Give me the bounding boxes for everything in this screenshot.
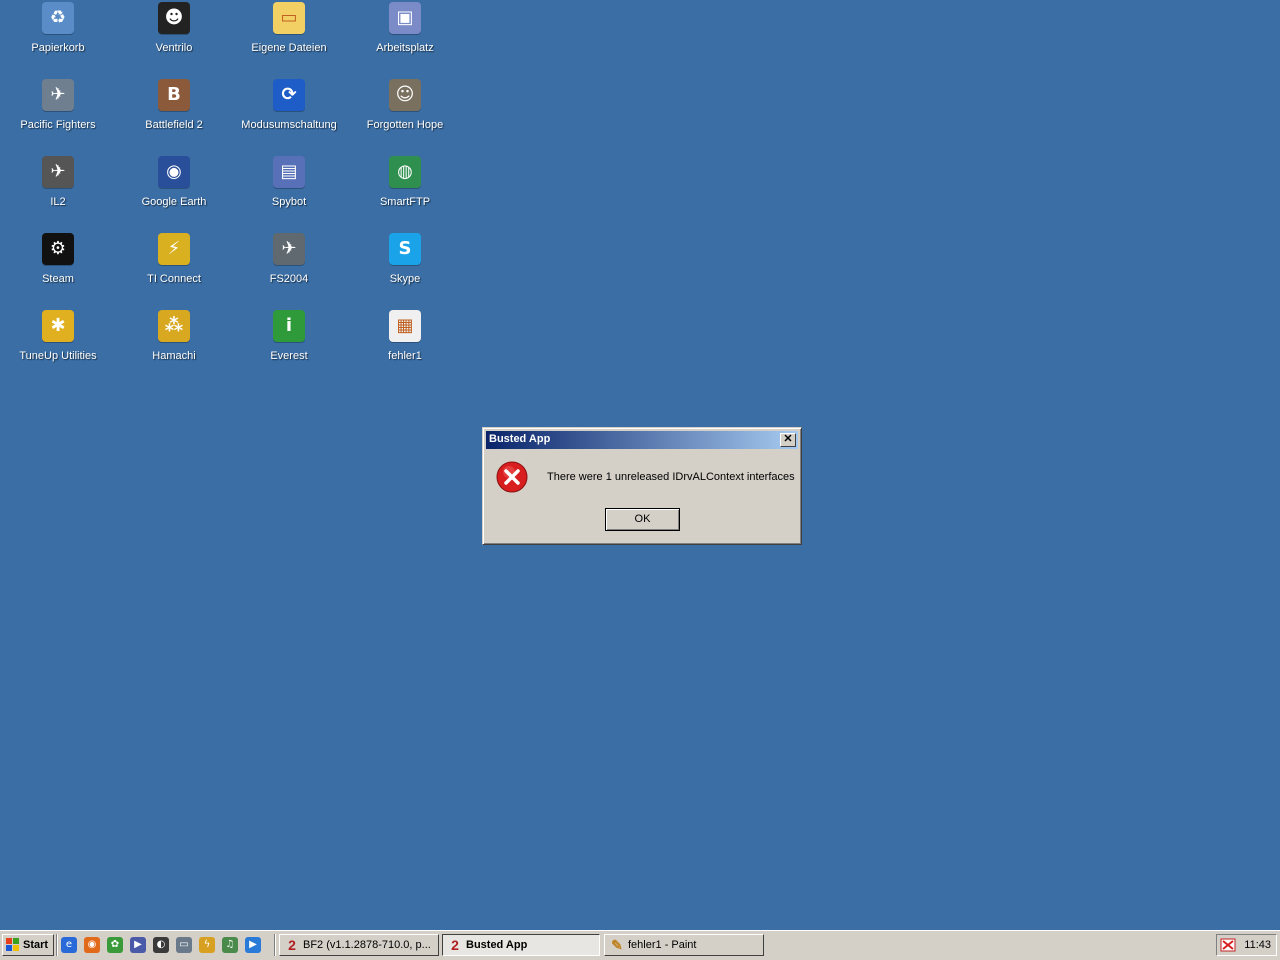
bf2-task-icon: 2: [288, 937, 296, 953]
desktop-icon-label: Papierkorb: [31, 42, 85, 54]
desktop-icon-label: Hamachi: [152, 350, 196, 362]
player-icon[interactable]: ▶: [245, 937, 261, 953]
windows-logo-icon: [6, 938, 19, 951]
desktop-icon-label: TuneUp Utilities: [19, 350, 97, 362]
taskbar-button-1[interactable]: 2 BF2 (v1.1.2878-710.0, p...: [279, 934, 439, 956]
recycle-bin-icon: ♻: [42, 2, 74, 34]
desktop-icon-skype[interactable]: S Skype: [349, 233, 461, 305]
paint-icon: ✎: [611, 937, 623, 953]
desktop-icon-everest[interactable]: i Everest: [233, 310, 345, 382]
clock[interactable]: 11:43: [1244, 939, 1271, 951]
firefox-icon[interactable]: ◉: [84, 937, 100, 953]
desktop-icon-tuneup-utilities[interactable]: ✱ TuneUp Utilities: [2, 310, 114, 382]
start-button[interactable]: Start: [2, 934, 54, 956]
taskbar: Start e ◉ ✿ ▶ ◐ ▭ ϟ ♫ ▶ 2 BF2 (v1.1.2878-710.0, p…: [0, 930, 1280, 960]
tray-alert-icon[interactable]: [1220, 937, 1236, 953]
soldier-icon: ☺: [389, 79, 421, 111]
desktop-icon-label: Eigene Dateien: [251, 42, 327, 54]
teamspeak-icon[interactable]: ◐: [153, 937, 169, 953]
smartftp-icon: ◍: [389, 156, 421, 188]
desktop-icon-label: Steam: [42, 273, 74, 285]
desktop-icon-forgotten-hope[interactable]: ☺ Forgotten Hope: [349, 79, 461, 151]
desktop-icon-spybot[interactable]: ▤ Spybot: [233, 156, 345, 228]
desktop-icon-steam[interactable]: ⚙ Steam: [2, 233, 114, 305]
desktop-icon-label: Modusumschaltung: [241, 119, 337, 131]
desktop-icon-label: Everest: [270, 350, 308, 362]
desktop-icon-label: Skype: [389, 273, 421, 285]
dialog-title: Busted App: [489, 433, 551, 445]
bf2-task-icon: 2: [451, 937, 459, 953]
winamp-icon[interactable]: ϟ: [199, 937, 215, 953]
taskbar-button-label: Busted App: [466, 939, 528, 951]
desktop-icon-label: FS2004: [269, 273, 309, 285]
il2-icon: ✈: [42, 156, 74, 188]
mode-switch-icon: ⟳: [273, 79, 305, 111]
desktop-icon-ti-connect[interactable]: ⚡ TI Connect: [118, 233, 230, 305]
image-file-icon: ▦: [389, 310, 421, 342]
desktop-icon-papierkorb[interactable]: ♻ Papierkorb: [2, 2, 114, 74]
desktop-icon-label: Spybot: [271, 196, 307, 208]
system-tray: 11:43: [1216, 934, 1277, 956]
desktop-icon-ventrilo[interactable]: ☻ Ventrilo: [118, 2, 230, 74]
terminal-icon[interactable]: ▭: [176, 937, 192, 953]
media-icon[interactable]: ▶: [130, 937, 146, 953]
error-icon: [496, 461, 528, 493]
taskbar-separator: [274, 934, 276, 956]
ventrilo-icon: ☻: [158, 2, 190, 34]
taskbar-button-label: BF2 (v1.1.2878-710.0, p...: [303, 939, 431, 951]
hamachi-icon: ⁂: [158, 310, 190, 342]
desktop-icon-label: IL2: [50, 196, 66, 208]
close-icon: ✕: [783, 433, 793, 445]
desktop-icon-label: TI Connect: [147, 273, 201, 285]
desktop-icon-eigene-dateien[interactable]: ▭ Eigene Dateien: [233, 2, 345, 74]
desktop-icon-label: Ventrilo: [155, 42, 193, 54]
taskbar-button-label: fehler1 - Paint: [628, 939, 697, 951]
desktop-icon-label: Battlefield 2: [145, 119, 203, 131]
desktop-icon-arbeitsplatz[interactable]: ▣ Arbeitsplatz: [349, 2, 461, 74]
error-message: There were 1 unreleased IDrvALContext in…: [547, 471, 795, 483]
desktop-icon-label: Google Earth: [141, 196, 207, 208]
desktop-icon-label: Arbeitsplatz: [376, 42, 434, 54]
desktop-icon-google-earth[interactable]: ◉ Google Earth: [118, 156, 230, 228]
folder-icon: ▭: [273, 2, 305, 34]
desktop-icon-label: Pacific Fighters: [20, 119, 96, 131]
desktop-icon-smartftp[interactable]: ◍ SmartFTP: [349, 156, 461, 228]
info-icon: i: [273, 310, 305, 342]
globe-icon: ◉: [158, 156, 190, 188]
error-dialog: Busted App ✕ There were 1 unreleased IDr…: [482, 427, 802, 545]
battlefield-icon: B: [158, 79, 190, 111]
taskbar-separator: [56, 934, 58, 956]
desktop-icon-battlefield-2[interactable]: B Battlefield 2: [118, 79, 230, 151]
icq-icon[interactable]: ✿: [107, 937, 123, 953]
spybot-icon: ▤: [273, 156, 305, 188]
ti-connect-icon: ⚡: [158, 233, 190, 265]
desktop-icon-pacific-fighters[interactable]: ✈ Pacific Fighters: [2, 79, 114, 151]
desktop-icon-label: fehler1: [388, 350, 422, 362]
ok-button[interactable]: OK: [605, 508, 680, 531]
steam-icon: ⚙: [42, 233, 74, 265]
skype-icon: S: [389, 233, 421, 265]
desktop-icon-label: SmartFTP: [379, 196, 431, 208]
close-button[interactable]: ✕: [780, 433, 796, 447]
music-icon[interactable]: ♫: [222, 937, 238, 953]
desktop-icon-fehler1[interactable]: ▦ fehler1: [349, 310, 461, 382]
taskbar-button-3[interactable]: ✎ fehler1 - Paint: [604, 934, 764, 956]
desktop-icon-modusumschaltung[interactable]: ⟳ Modusumschaltung: [233, 79, 345, 151]
desktop-icon-fs2004[interactable]: ✈ FS2004: [233, 233, 345, 305]
computer-icon: ▣: [389, 2, 421, 34]
dialog-titlebar[interactable]: Busted App ✕: [486, 431, 798, 449]
desktop-icon-il2[interactable]: ✈ IL2: [2, 156, 114, 228]
desktop-icon-hamachi[interactable]: ⁂ Hamachi: [118, 310, 230, 382]
tuneup-icon: ✱: [42, 310, 74, 342]
taskbar-button-2[interactable]: 2 Busted App: [442, 934, 600, 956]
desktop-icon-label: Forgotten Hope: [366, 119, 444, 131]
ie-icon[interactable]: e: [61, 937, 77, 953]
airplane-icon: ✈: [273, 233, 305, 265]
plane-icon: ✈: [42, 79, 74, 111]
start-label: Start: [23, 939, 49, 951]
